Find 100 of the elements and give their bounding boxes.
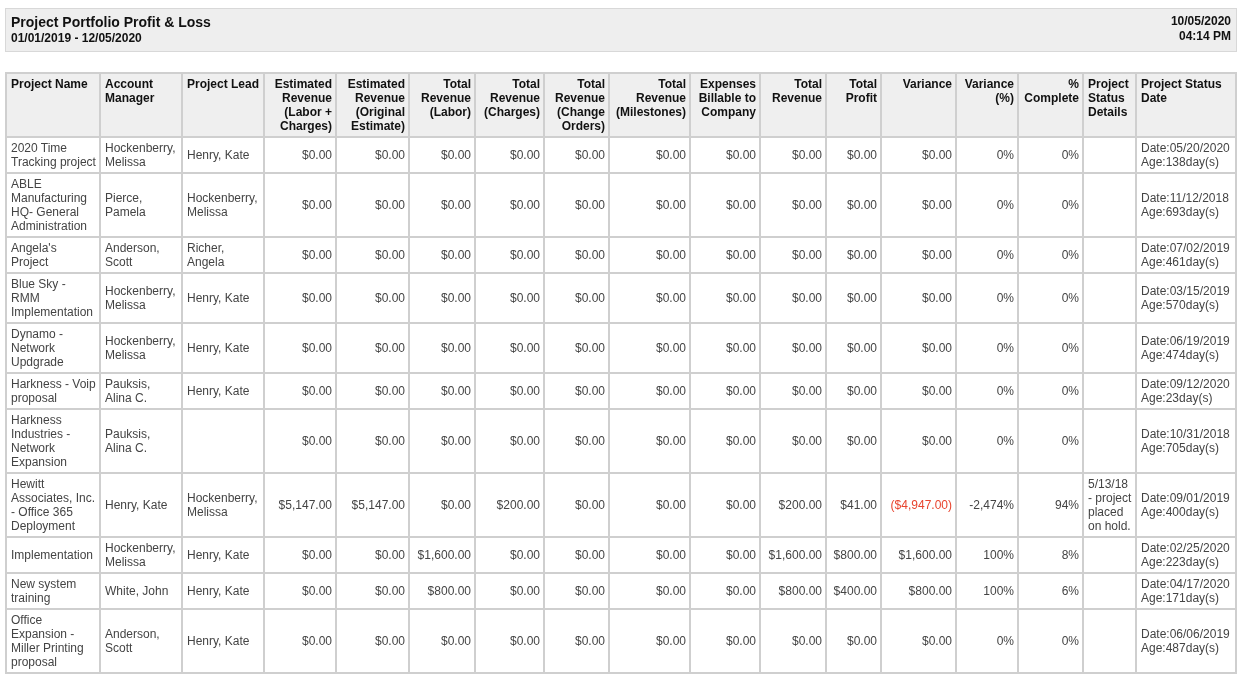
amount-cell: $0.00 bbox=[409, 273, 475, 323]
project-name: Hewitt Associates, Inc. - Office 365 Deployment bbox=[6, 473, 100, 537]
status-date: Date:04/17/2020 Age:171day(s) bbox=[1136, 573, 1236, 609]
amount-cell: $0.00 bbox=[690, 609, 760, 673]
amount-cell: $0.00 bbox=[544, 323, 609, 373]
date-range: 01/01/2019 - 12/05/2020 bbox=[11, 31, 142, 46]
amount-cell: $0.00 bbox=[609, 237, 690, 273]
account-manager: Pierce, Pamela bbox=[100, 173, 182, 237]
amount-cell: 0% bbox=[1018, 609, 1083, 673]
project-name: Office Expansion - Miller Printing proposal bbox=[6, 609, 100, 673]
amount-cell: $0.00 bbox=[609, 373, 690, 409]
variance-cell: $0.00 bbox=[881, 137, 956, 173]
amount-cell: 0% bbox=[1018, 323, 1083, 373]
amount-cell: $0.00 bbox=[475, 137, 544, 173]
amount-cell: $0.00 bbox=[826, 173, 881, 237]
project-name: Harkness - Voip proposal bbox=[6, 373, 100, 409]
status-details: 5/13/18 - project placed on hold. bbox=[1083, 473, 1136, 537]
amount-cell: $0.00 bbox=[409, 409, 475, 473]
amount-cell: $0.00 bbox=[475, 323, 544, 373]
amount-cell: $0.00 bbox=[826, 409, 881, 473]
status-date: Date:11/12/2018 Age:693day(s) bbox=[1136, 173, 1236, 237]
amount-cell: $800.00 bbox=[409, 573, 475, 609]
amount-cell: $0.00 bbox=[409, 609, 475, 673]
account-manager: Hockenberry, Melissa bbox=[100, 537, 182, 573]
amount-cell: $0.00 bbox=[544, 573, 609, 609]
amount-cell: $0.00 bbox=[609, 273, 690, 323]
amount-cell: $0.00 bbox=[609, 137, 690, 173]
amount-cell: $0.00 bbox=[544, 537, 609, 573]
amount-cell: $0.00 bbox=[336, 573, 409, 609]
amount-cell: $0.00 bbox=[826, 323, 881, 373]
amount-cell: $0.00 bbox=[336, 237, 409, 273]
amount-cell: -2,474% bbox=[956, 473, 1018, 537]
amount-cell: $800.00 bbox=[826, 537, 881, 573]
amount-cell: $0.00 bbox=[544, 137, 609, 173]
report-title: Project Portfolio Profit & Loss bbox=[11, 14, 211, 31]
project-lead: Henry, Kate bbox=[182, 273, 264, 323]
amount-cell: $0.00 bbox=[264, 573, 336, 609]
amount-cell: $0.00 bbox=[475, 373, 544, 409]
variance-cell: $0.00 bbox=[881, 173, 956, 237]
account-manager: Henry, Kate bbox=[100, 473, 182, 537]
amount-cell: $0.00 bbox=[760, 273, 826, 323]
amount-cell: $800.00 bbox=[760, 573, 826, 609]
amount-cell: $0.00 bbox=[544, 609, 609, 673]
project-lead: Henry, Kate bbox=[182, 137, 264, 173]
amount-cell: $0.00 bbox=[609, 473, 690, 537]
amount-cell: $0.00 bbox=[409, 237, 475, 273]
account-manager: Anderson, Scott bbox=[100, 609, 182, 673]
amount-cell: 0% bbox=[1018, 273, 1083, 323]
amount-cell: $0.00 bbox=[690, 373, 760, 409]
project-lead: Henry, Kate bbox=[182, 323, 264, 373]
amount-cell: 8% bbox=[1018, 537, 1083, 573]
account-manager: Pauksis, Alina C. bbox=[100, 373, 182, 409]
account-manager: Hockenberry, Melissa bbox=[100, 323, 182, 373]
amount-cell: $0.00 bbox=[475, 173, 544, 237]
project-name: 2020 Time Tracking project bbox=[6, 137, 100, 173]
column-header: Total Revenue (Labor) bbox=[409, 73, 475, 137]
status-date: Date:03/15/2019 Age:570day(s) bbox=[1136, 273, 1236, 323]
project-name: Angela's Project bbox=[6, 237, 100, 273]
amount-cell: $5,147.00 bbox=[336, 473, 409, 537]
amount-cell: $0.00 bbox=[544, 173, 609, 237]
amount-cell: $0.00 bbox=[760, 609, 826, 673]
amount-cell: $0.00 bbox=[264, 409, 336, 473]
account-manager: Hockenberry, Melissa bbox=[100, 137, 182, 173]
status-date: Date:06/19/2019 Age:474day(s) bbox=[1136, 323, 1236, 373]
amount-cell: $0.00 bbox=[760, 323, 826, 373]
amount-cell: $0.00 bbox=[826, 373, 881, 409]
amount-cell: $0.00 bbox=[609, 323, 690, 373]
column-header: Total Revenue (Milestones) bbox=[609, 73, 690, 137]
variance-cell: $0.00 bbox=[881, 409, 956, 473]
status-date: Date:09/12/2020 Age:23day(s) bbox=[1136, 373, 1236, 409]
column-header: Project Name bbox=[6, 73, 100, 137]
run-date: 10/05/2020 bbox=[1170, 14, 1231, 29]
amount-cell: $5,147.00 bbox=[264, 473, 336, 537]
amount-cell: $0.00 bbox=[409, 173, 475, 237]
amount-cell: $0.00 bbox=[475, 409, 544, 473]
amount-cell: $0.00 bbox=[690, 173, 760, 237]
amount-cell: $0.00 bbox=[336, 537, 409, 573]
amount-cell: $0.00 bbox=[336, 609, 409, 673]
amount-cell: $0.00 bbox=[264, 137, 336, 173]
amount-cell: 0% bbox=[956, 323, 1018, 373]
amount-cell: $0.00 bbox=[544, 237, 609, 273]
amount-cell: $0.00 bbox=[264, 273, 336, 323]
amount-cell: $0.00 bbox=[690, 137, 760, 173]
amount-cell: $0.00 bbox=[826, 273, 881, 323]
project-name: Implementation bbox=[6, 537, 100, 573]
variance-cell: ($4,947.00) bbox=[881, 473, 956, 537]
column-header: Total Revenue (Change Orders) bbox=[544, 73, 609, 137]
amount-cell: $0.00 bbox=[409, 323, 475, 373]
amount-cell: 0% bbox=[956, 373, 1018, 409]
amount-cell: 0% bbox=[1018, 373, 1083, 409]
column-header: % Complete bbox=[1018, 73, 1083, 137]
variance-cell: $0.00 bbox=[881, 237, 956, 273]
amount-cell: 100% bbox=[956, 537, 1018, 573]
amount-cell: $0.00 bbox=[475, 537, 544, 573]
project-name: ABLE Manufacturing HQ- General Administration bbox=[6, 173, 100, 237]
column-header: Project Status Details bbox=[1083, 73, 1136, 137]
amount-cell: $0.00 bbox=[336, 323, 409, 373]
amount-cell: $0.00 bbox=[264, 537, 336, 573]
amount-cell: $0.00 bbox=[690, 573, 760, 609]
account-manager: White, John bbox=[100, 573, 182, 609]
